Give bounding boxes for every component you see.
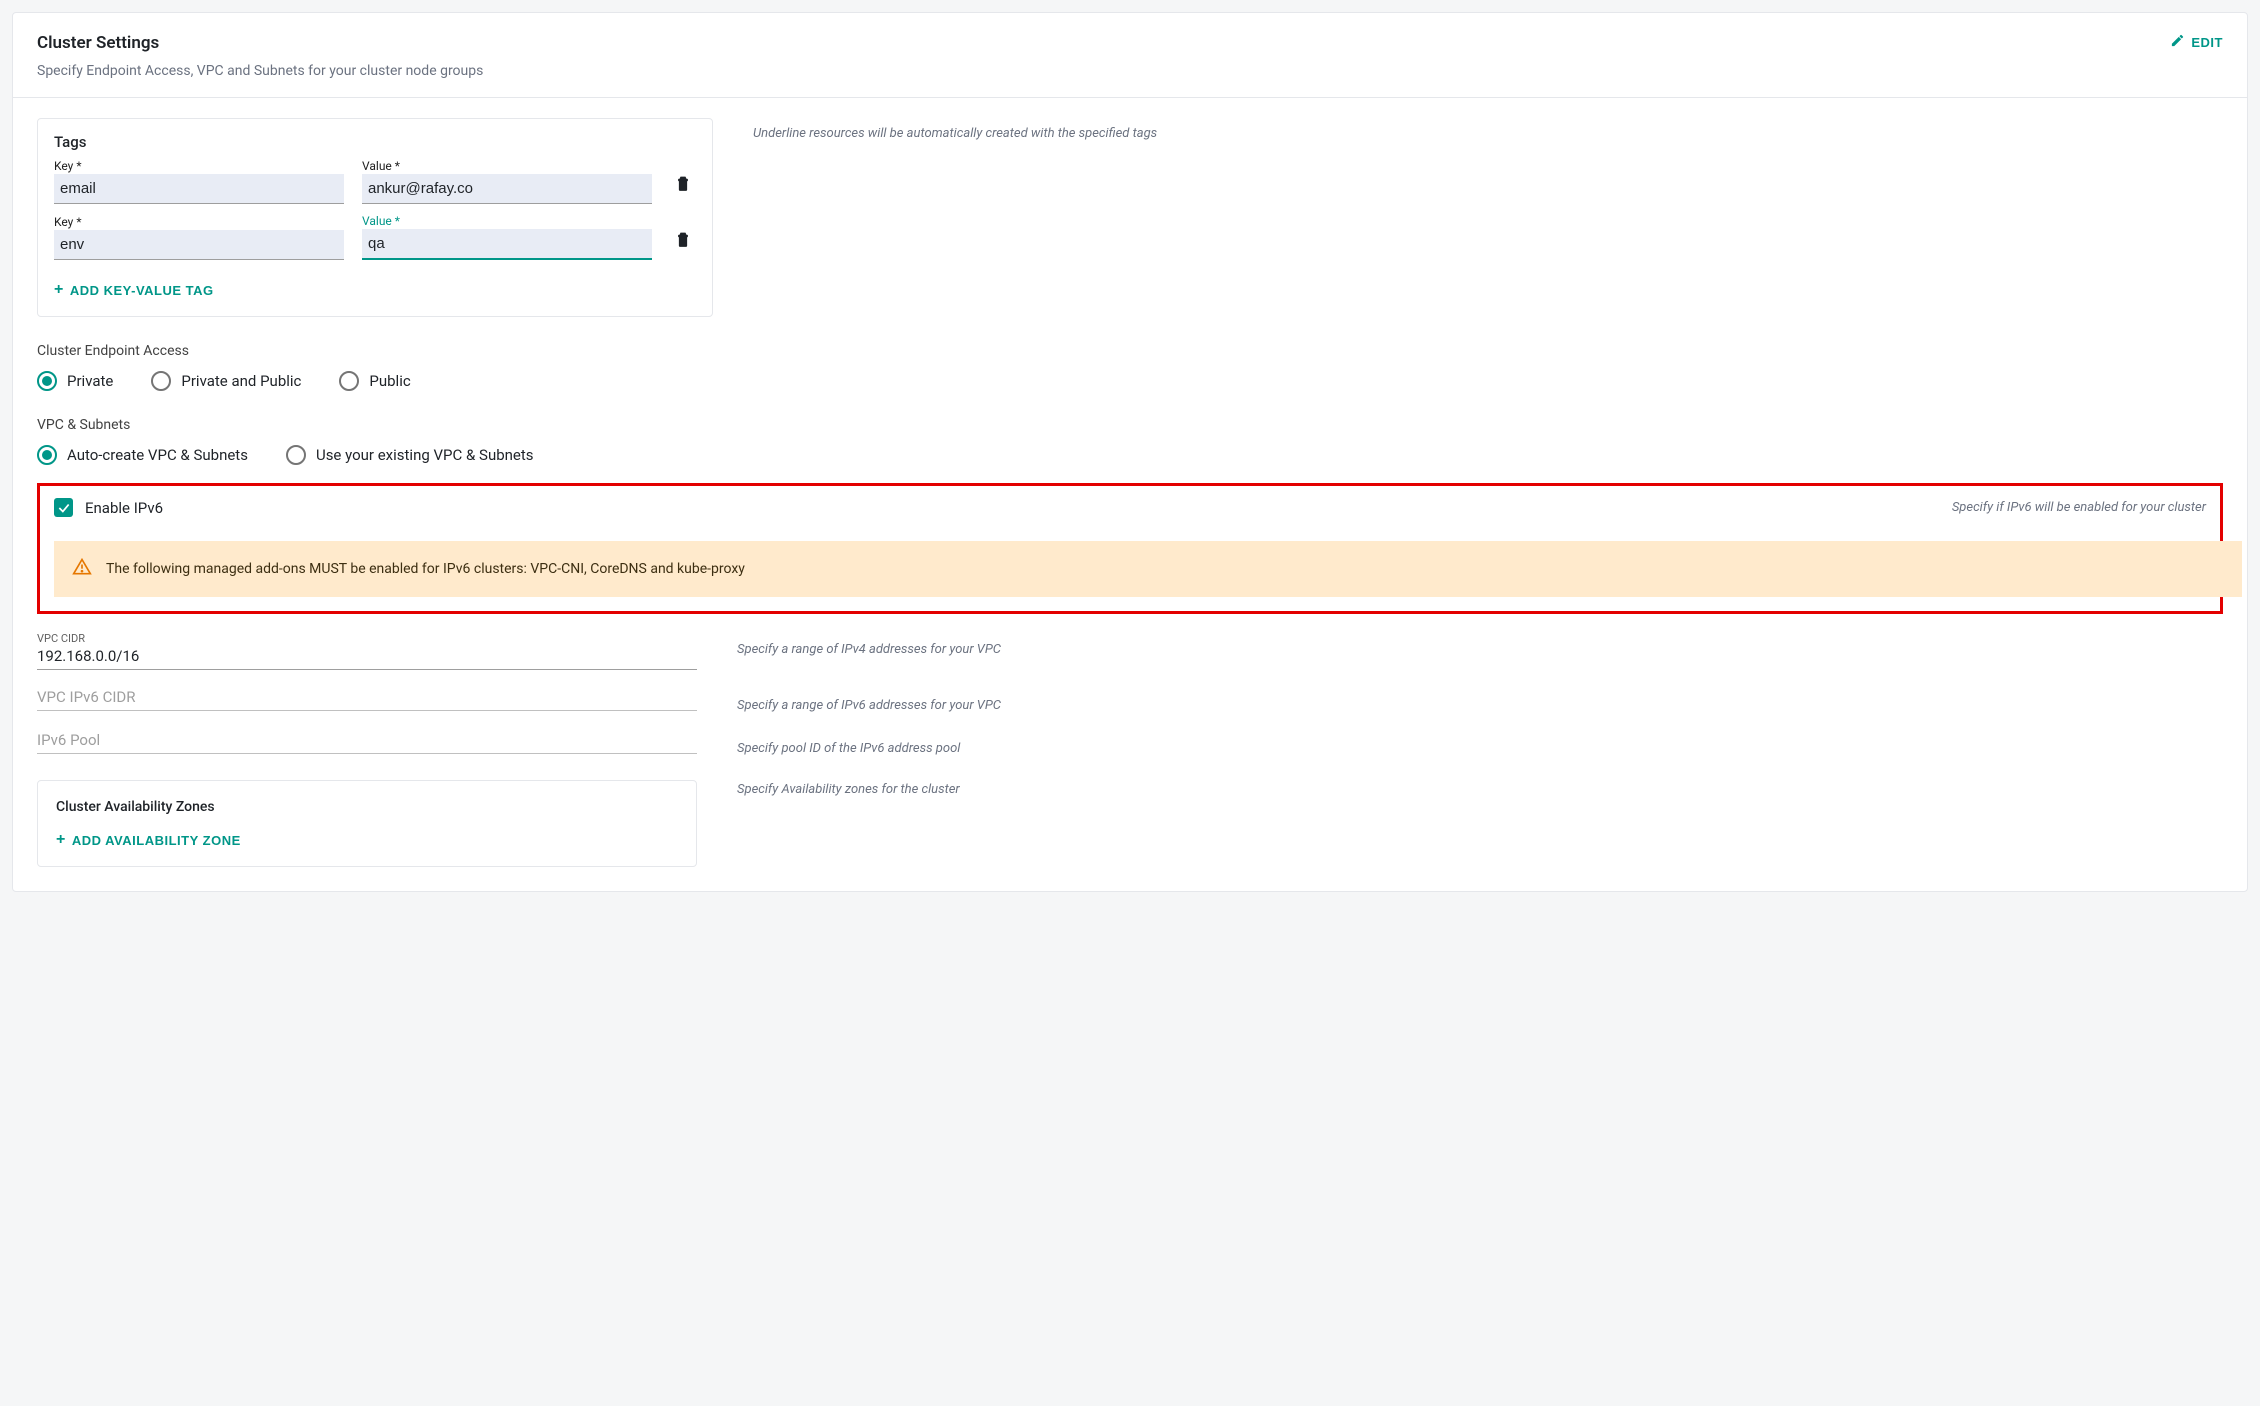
trash-icon (674, 237, 692, 252)
az-card: Cluster Availability Zones + ADD AVAILAB… (37, 780, 697, 867)
cluster-settings-panel: Cluster Settings Specify Endpoint Access… (12, 12, 2248, 892)
vpc-cidr-helper: Specify a range of IPv4 addresses for yo… (737, 642, 1001, 657)
tag-key-input[interactable] (54, 174, 344, 204)
tag-row: Key * Value * (54, 214, 696, 260)
check-icon (57, 501, 71, 515)
ipv6-pool-row: IPv6 Pool Specify pool ID of the IPv6 ad… (37, 731, 2223, 756)
delete-tag-button[interactable] (670, 169, 696, 200)
vpc-ipv6-cidr-helper: Specify a range of IPv6 addresses for yo… (737, 698, 1001, 713)
vpc-cidr-label: VPC CIDR (37, 632, 697, 645)
az-helper: Specify Availability zones for the clust… (737, 782, 960, 797)
tag-value-label: Value * (362, 159, 652, 173)
panel-header: Cluster Settings Specify Endpoint Access… (13, 13, 2247, 98)
pencil-icon (2170, 33, 2185, 51)
enable-ipv6-checkbox[interactable] (54, 498, 73, 517)
radio-public[interactable]: Public (339, 371, 410, 391)
tag-row: Key * Value * (54, 159, 696, 204)
ipv6-highlight-box: Enable IPv6 Specify if IPv6 will be enab… (37, 483, 2223, 614)
add-tag-label: ADD KEY-VALUE TAG (70, 283, 214, 298)
add-az-button[interactable]: + ADD AVAILABILITY ZONE (56, 832, 241, 848)
vpc-ipv6-cidr-field[interactable]: VPC IPv6 CIDR (37, 688, 697, 711)
radio-auto-create-vpc[interactable]: Auto-create VPC & Subnets (37, 445, 248, 465)
radio-label: Private (67, 372, 113, 390)
page-title: Cluster Settings (37, 33, 483, 53)
enable-ipv6-row: Enable IPv6 Specify if IPv6 will be enab… (54, 498, 2206, 517)
vpc-cidr-value: 192.168.0.0/16 (37, 647, 697, 670)
edit-button-label: EDIT (2191, 35, 2223, 50)
tag-key-field: Key * (54, 159, 344, 204)
trash-icon (674, 181, 692, 196)
radio-existing-vpc[interactable]: Use your existing VPC & Subnets (286, 445, 534, 465)
tag-key-field: Key * (54, 215, 344, 260)
radio-label: Public (369, 372, 410, 390)
vpc-ipv6-cidr-placeholder: VPC IPv6 CIDR (37, 688, 697, 711)
enable-ipv6-label: Enable IPv6 (85, 499, 163, 517)
plus-icon: + (56, 832, 66, 848)
vpc-subnets-label: VPC & Subnets (37, 417, 2223, 433)
radio-icon (339, 371, 359, 391)
warning-icon (72, 557, 92, 581)
tags-section: Tags Key * Value * (37, 118, 2223, 317)
tags-card: Tags Key * Value * (37, 118, 713, 317)
vpc-ipv6-cidr-row: VPC IPv6 CIDR Specify a range of IPv6 ad… (37, 688, 2223, 713)
az-section: Cluster Availability Zones + ADD AVAILAB… (37, 756, 2223, 867)
endpoint-access-radio-row: Private Private and Public Public (37, 371, 2223, 391)
ipv6-pool-helper: Specify pool ID of the IPv6 address pool (737, 741, 960, 756)
radio-label: Use your existing VPC & Subnets (316, 446, 534, 464)
tag-key-label: Key * (54, 215, 344, 229)
edit-button[interactable]: EDIT (2170, 33, 2223, 51)
ipv6-helper: Specify if IPv6 will be enabled for your… (1952, 500, 2206, 515)
tag-value-field: Value * (362, 214, 652, 260)
vpc-subnets-radio-row: Auto-create VPC & Subnets Use your exist… (37, 445, 2223, 465)
endpoint-access-label: Cluster Endpoint Access (37, 343, 2223, 359)
panel-body: Tags Key * Value * (13, 98, 2247, 891)
panel-title-block: Cluster Settings Specify Endpoint Access… (37, 33, 483, 79)
plus-icon: + (54, 282, 64, 298)
radio-icon (151, 371, 171, 391)
radio-icon (37, 445, 57, 465)
tag-value-field: Value * (362, 159, 652, 204)
vpc-cidr-field[interactable]: VPC CIDR 192.168.0.0/16 (37, 632, 697, 670)
ipv6-pool-field[interactable]: IPv6 Pool (37, 731, 697, 754)
delete-tag-button[interactable] (670, 225, 696, 256)
radio-label: Private and Public (181, 372, 301, 390)
tags-helper: Underline resources will be automaticall… (753, 126, 1157, 141)
ipv6-alert-text: The following managed add-ons MUST be en… (106, 561, 745, 577)
ipv6-pool-placeholder: IPv6 Pool (37, 731, 697, 754)
radio-icon (286, 445, 306, 465)
az-title: Cluster Availability Zones (56, 799, 678, 815)
add-tag-button[interactable]: + ADD KEY-VALUE TAG (54, 282, 214, 298)
add-az-label: ADD AVAILABILITY ZONE (72, 833, 241, 848)
tag-key-input[interactable] (54, 230, 344, 260)
tag-value-input[interactable] (362, 174, 652, 204)
radio-icon (37, 371, 57, 391)
vpc-cidr-row: VPC CIDR 192.168.0.0/16 Specify a range … (37, 632, 2223, 670)
radio-label: Auto-create VPC & Subnets (67, 446, 248, 464)
page-subtitle: Specify Endpoint Access, VPC and Subnets… (37, 63, 483, 79)
tags-title: Tags (54, 133, 696, 151)
ipv6-alert: The following managed add-ons MUST be en… (54, 541, 2242, 597)
tag-value-input[interactable] (362, 229, 652, 260)
radio-private-public[interactable]: Private and Public (151, 371, 301, 391)
tag-key-label: Key * (54, 159, 344, 173)
tag-value-label: Value * (362, 214, 652, 228)
radio-private[interactable]: Private (37, 371, 113, 391)
